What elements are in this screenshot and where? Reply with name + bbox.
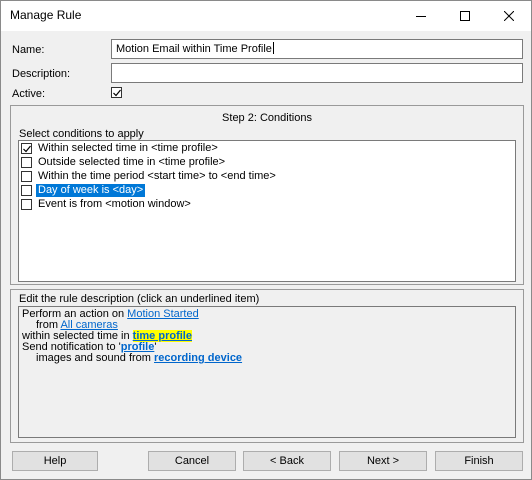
name-input-value: Motion Email within Time Profile <box>116 43 272 55</box>
name-label: Name: <box>12 44 45 56</box>
condition-item[interactable]: Within selected time in <time profile> <box>19 141 515 155</box>
rule-line-media: images and sound from recording device <box>22 353 512 364</box>
condition-label: Event is from <motion window> <box>38 197 191 210</box>
step-title: Step 2: Conditions <box>222 112 312 124</box>
condition-checkbox[interactable] <box>21 184 32 196</box>
minimize-icon <box>416 16 426 17</box>
checkmark-icon <box>23 145 31 152</box>
conditions-group: Step 2: Conditions Select conditions to … <box>10 105 524 285</box>
conditions-list[interactable]: Within selected time in <time profile> Ou… <box>18 140 516 282</box>
condition-item[interactable]: Outside selected time in <time profile> <box>19 155 515 169</box>
rule-description-box: Perform an action on Motion Started from… <box>18 306 516 438</box>
condition-label: Day of week is <day> <box>36 183 146 197</box>
manage-rule-dialog: Manage Rule Name: Motion Email within Ti… <box>0 0 532 480</box>
condition-checkbox[interactable] <box>21 156 32 168</box>
conditions-label: Select conditions to apply <box>19 128 144 140</box>
condition-checkbox[interactable] <box>21 142 32 154</box>
condition-checkbox[interactable] <box>21 170 32 182</box>
window-title: Manage Rule <box>10 8 82 22</box>
text-cursor <box>272 42 274 54</box>
finish-button[interactable]: Finish <box>435 451 523 471</box>
checkmark-icon <box>113 89 121 97</box>
description-input[interactable] <box>111 63 523 83</box>
maximize-icon <box>460 11 470 21</box>
back-button[interactable]: < Back <box>243 451 331 471</box>
condition-item[interactable]: Within the time period <start time> to <… <box>19 169 515 183</box>
active-label: Active: <box>12 88 46 100</box>
condition-label: Outside selected time in <time profile> <box>38 155 226 168</box>
cancel-button[interactable]: Cancel <box>148 451 236 471</box>
condition-item[interactable]: Day of week is <day> <box>19 183 515 197</box>
description-label: Description: <box>12 68 71 80</box>
title-bar: Manage Rule <box>1 1 531 31</box>
condition-label: Within the time period <start time> to <… <box>38 169 276 182</box>
rule-description-label: Edit the rule description (click an unde… <box>19 293 260 305</box>
condition-label: Within selected time in <time profile> <box>38 141 218 154</box>
name-input[interactable]: Motion Email within Time Profile <box>111 39 523 59</box>
active-checkbox[interactable] <box>111 87 122 98</box>
condition-checkbox[interactable] <box>21 198 32 210</box>
rule-description-group: Edit the rule description (click an unde… <box>10 289 524 443</box>
recording-device-link[interactable]: recording device <box>154 352 242 364</box>
condition-item[interactable]: Event is from <motion window> <box>19 197 515 211</box>
close-button[interactable] <box>487 1 531 31</box>
minimize-button[interactable] <box>399 1 443 31</box>
event-link[interactable]: Motion Started <box>127 308 199 320</box>
close-icon <box>504 11 514 21</box>
rule-text: images and sound from <box>36 352 155 364</box>
maximize-button[interactable] <box>443 1 487 31</box>
next-button[interactable]: Next > <box>339 451 427 471</box>
help-button[interactable]: Help <box>12 451 98 471</box>
